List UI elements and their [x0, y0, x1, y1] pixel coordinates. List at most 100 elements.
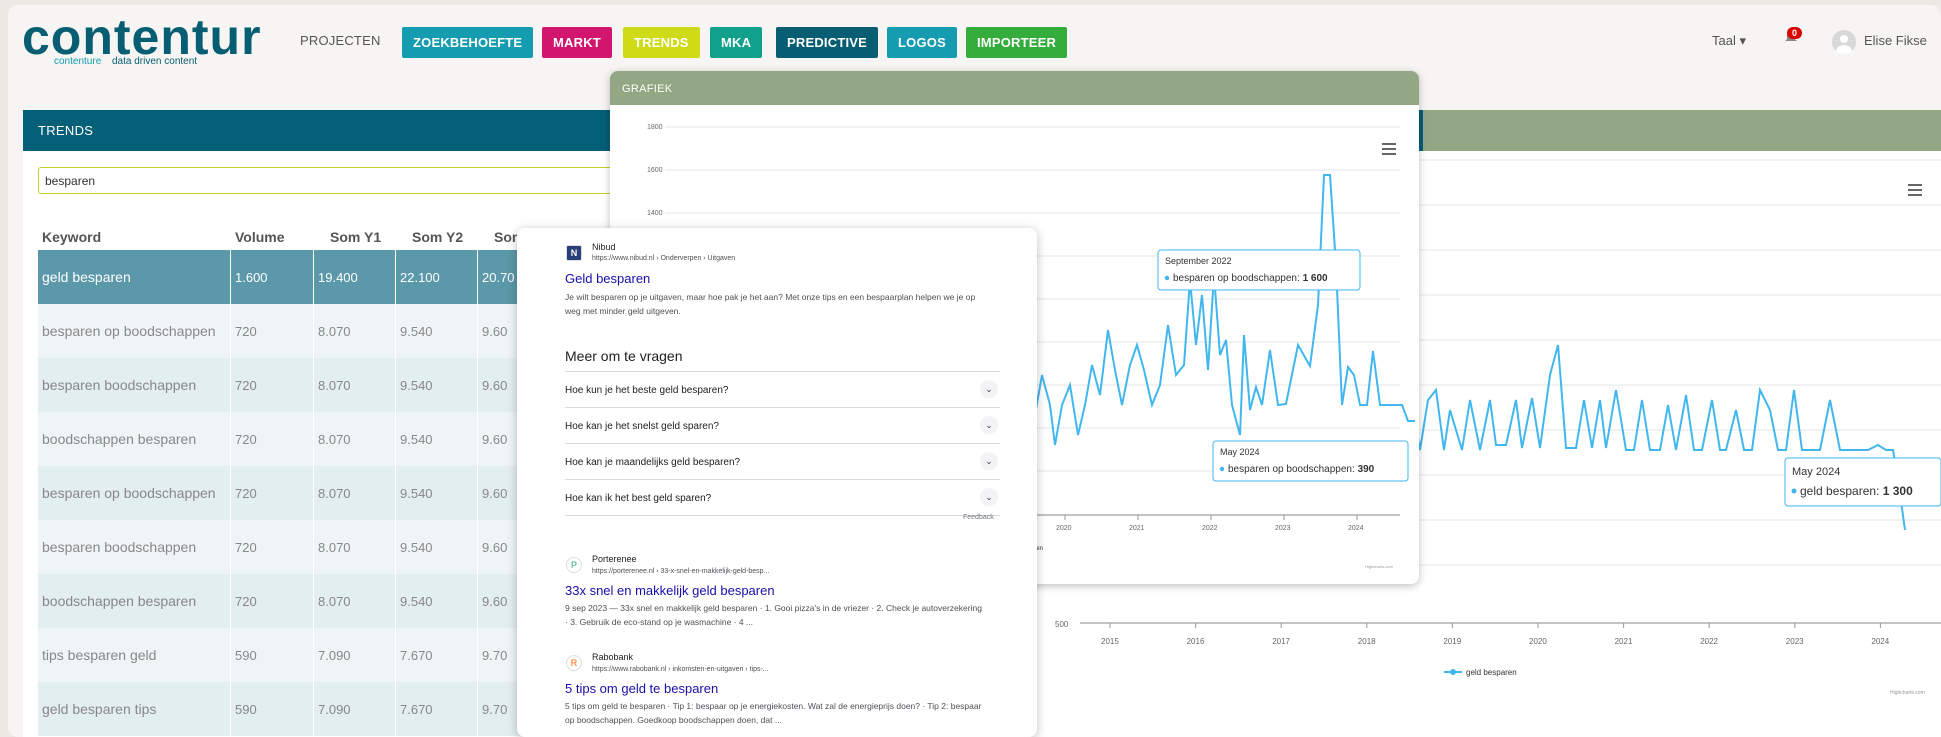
col-volume[interactable]: Volume: [231, 223, 314, 250]
cell-volume: 720: [231, 304, 314, 358]
result1-url[interactable]: https://www.nibud.nl › Onderverpen › Uit…: [592, 255, 735, 262]
cell-y2: 9.540: [396, 358, 478, 412]
paa-question-text: Hoe kun je het beste geld besparen?: [565, 385, 729, 396]
keyword-search-input[interactable]: besparen: [38, 167, 658, 194]
cell-y1: 8.070: [314, 358, 396, 412]
chevron-down-icon[interactable]: ⌄: [980, 380, 998, 398]
logo-tagline-prefix: contenture: [54, 56, 102, 67]
cell-y1: 19.400: [314, 250, 396, 304]
cell-y1: 8.070: [314, 574, 396, 628]
x-tick-2024: 2024: [1871, 637, 1889, 646]
cell-y2: 7.670: [396, 628, 478, 682]
language-dropdown[interactable]: Taal ▾: [1712, 33, 1746, 49]
cell-volume: 720: [231, 520, 314, 574]
svg-text:May 2024: May 2024: [1220, 447, 1260, 457]
chevron-down-icon[interactable]: ⌄: [980, 416, 998, 434]
cell-y1: 7.090: [314, 682, 396, 736]
nav-button-zoekbehoefte[interactable]: ZOEKBEHOEFTE: [402, 27, 534, 58]
x-tick-2022: 2022: [1202, 525, 1218, 532]
chart-menu-icon[interactable]: [1382, 143, 1396, 155]
legend-geld-besparen[interactable]: geld besparen: [1444, 668, 1517, 677]
cell-volume: 1.600: [231, 250, 314, 304]
cell-keyword: boodschappen besparen: [38, 412, 231, 466]
table-row[interactable]: tips besparen geld 590 7.090 7.670 9.70: [38, 628, 538, 682]
result1-title[interactable]: Geld besparen: [565, 271, 650, 286]
result2-url[interactable]: https://porterenee.nl › 33-x-snel-en-mak…: [592, 568, 769, 575]
cell-y1: 8.070: [314, 304, 396, 358]
table-row[interactable]: boodschappen besparen 720 8.070 9.540 9.60: [38, 574, 538, 628]
paa-question-text: Hoe kan ik het best geld sparen?: [565, 493, 712, 504]
nav-button-importeer[interactable]: IMPORTEER: [966, 27, 1068, 58]
cell-y2: 9.540: [396, 466, 478, 520]
cell-y2: 9.540: [396, 574, 478, 628]
result2-title[interactable]: 33x snel en makkelijk geld besparen: [565, 583, 775, 598]
cell-volume: 720: [231, 412, 314, 466]
cell-y2: 22.100: [396, 250, 478, 304]
table-row[interactable]: geld besparen 1.600 19.400 22.100 20.70: [38, 250, 538, 304]
cell-keyword: boodschappen besparen: [38, 574, 231, 628]
cell-y1: 8.070: [314, 412, 396, 466]
chevron-down-icon[interactable]: ⌄: [980, 452, 998, 470]
cell-y1: 8.070: [314, 466, 396, 520]
x-tick-2020: 2020: [1056, 525, 1072, 532]
result3-snippet: 5 tips om geld te besparen · Tip 1: besp…: [565, 701, 982, 725]
paa-question[interactable]: Hoe kun je het beste geld besparen? ⌄: [565, 371, 1000, 406]
highcharts-credits[interactable]: Highcharts.com: [1365, 564, 1393, 569]
nav-button-predictive[interactable]: PREDICTIVE: [776, 27, 879, 58]
table-row[interactable]: besparen op boodschappen 720 8.070 9.540 9.6…: [38, 304, 538, 358]
highcharts-credits[interactable]: Highcharts.com: [1890, 690, 1925, 696]
paa-question[interactable]: Hoe kan ik het best geld sparen? ⌄: [565, 479, 1000, 514]
col-som-y1[interactable]: Som Y1: [314, 223, 396, 250]
tooltip-value: 1 300: [1883, 484, 1913, 498]
trends-title: TRENDS: [38, 123, 94, 138]
table-row[interactable]: besparen boodschappen 720 8.070 9.540 9.60: [38, 520, 538, 574]
cell-keyword: besparen op boodschappen: [38, 466, 231, 520]
table-row[interactable]: besparen op boodschappen 720 8.070 9.540 9.6…: [38, 466, 538, 520]
cell-volume: 590: [231, 682, 314, 736]
notification-badge: 0: [1787, 27, 1803, 39]
grafiek-title: GRAFIEK: [610, 71, 1419, 105]
nav-button-markt[interactable]: MARKT: [542, 27, 612, 58]
cell-y2: 9.540: [396, 304, 478, 358]
result3-title[interactable]: 5 tips om geld te besparen: [565, 681, 718, 696]
svg-text:geld besparen: 1 300: geld besparen: 1 300: [1800, 484, 1913, 498]
nav-button-logos[interactable]: LOGOS: [887, 27, 957, 58]
cell-keyword: besparen boodschappen: [38, 358, 231, 412]
paa-question[interactable]: Hoe kan je het snelst geld sparen? ⌄: [565, 407, 1000, 442]
svg-text:besparen op boodschappen: 1 60: besparen op boodschappen: 1 600: [1173, 273, 1328, 284]
porterenee-favicon-icon: P: [566, 557, 582, 573]
cell-keyword: geld besparen tips: [38, 682, 231, 736]
cell-keyword: geld besparen: [38, 250, 231, 304]
result3-site: Rabobank: [592, 652, 634, 662]
y-tick-500: 500: [1055, 620, 1069, 629]
contentur-logo[interactable]: contentur contenture data driven content: [22, 12, 282, 72]
cell-y1: 7.090: [314, 628, 396, 682]
table-row[interactable]: geld besparen tips 590 7.090 7.670 9.70: [38, 682, 538, 736]
x-tick-2016: 2016: [1187, 637, 1205, 646]
cell-keyword: besparen op boodschappen: [38, 304, 231, 358]
col-som-y2[interactable]: Som Y2: [396, 223, 478, 250]
x-tick-2021: 2021: [1129, 525, 1145, 532]
series-line-boodschappen: [1034, 174, 1415, 446]
y-tick-1600: 1600: [647, 167, 663, 174]
x-tick-2022: 2022: [1700, 637, 1718, 646]
table-row[interactable]: boodschappen besparen 720 8.070 9.540 9.60: [38, 412, 538, 466]
col-keyword[interactable]: Keyword: [38, 223, 231, 250]
svg-text:besparen op boodschappen: 390: besparen op boodschappen: 390: [1228, 464, 1375, 475]
user-name[interactable]: Elise Fikse: [1864, 33, 1927, 48]
nav-projecten[interactable]: PROJECTEN: [300, 33, 381, 48]
chart-menu-icon[interactable]: [1908, 184, 1922, 196]
tooltip-may-2024: May 2024 besparen op boodschappen: 390: [1212, 440, 1409, 482]
paa-question[interactable]: Hoe kan je maandelijks geld besparen? ⌄: [565, 443, 1000, 478]
feedback-link[interactable]: Feedback: [963, 514, 994, 521]
cell-y2: 9.540: [396, 520, 478, 574]
user-avatar-icon[interactable]: [1832, 30, 1856, 54]
google-results-card[interactable]: N Nibud https://www.nibud.nl › Onderverp…: [517, 228, 1037, 737]
chevron-down-icon[interactable]: ⌄: [980, 488, 998, 506]
paa-divider: [565, 515, 1000, 529]
x-tick-2024: 2024: [1348, 525, 1364, 532]
result3-url[interactable]: https://www.rabobank.nl › inkomsten-en-u…: [592, 666, 769, 673]
table-row[interactable]: besparen boodschappen 720 8.070 9.540 9.60: [38, 358, 538, 412]
nav-button-trends[interactable]: TRENDS: [623, 27, 700, 58]
nav-button-mka[interactable]: MKA: [710, 27, 763, 58]
